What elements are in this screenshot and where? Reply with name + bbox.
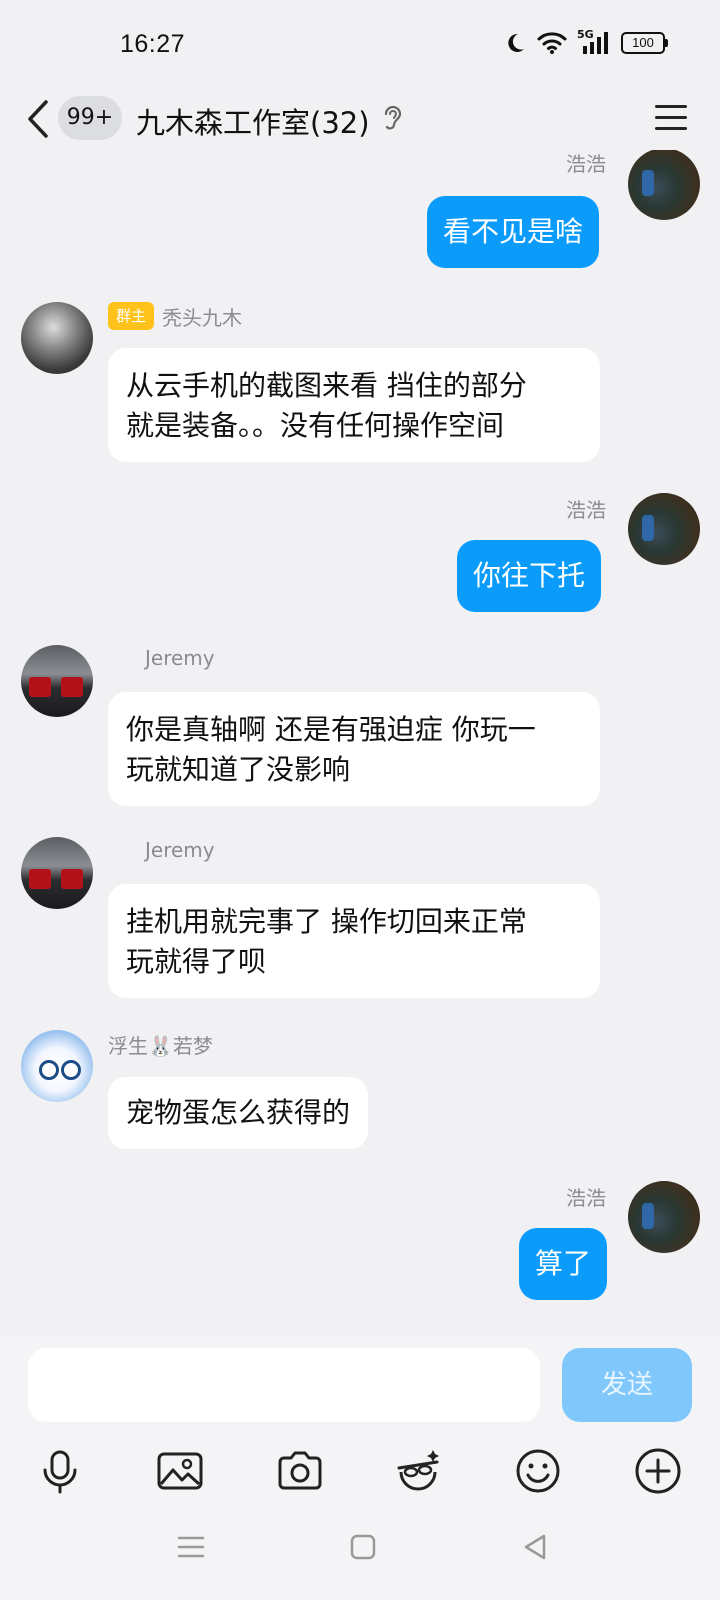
- chat-screen: 16:27 5G 100 99+ 九木森工作室(32) 浩浩 看不见是啥 群主 …: [0, 0, 720, 1600]
- avatar[interactable]: [21, 837, 93, 909]
- avatar[interactable]: [21, 1030, 93, 1102]
- sender-name: 秃头九木: [162, 306, 242, 330]
- message-input[interactable]: [28, 1348, 540, 1422]
- status-bar: 16:27 5G 100: [0, 0, 720, 92]
- sticker-icon[interactable]: [393, 1446, 443, 1496]
- message-bubble[interactable]: 看不见是啥: [427, 196, 600, 268]
- group-owner-badge: 群主: [108, 302, 155, 330]
- microphone-icon[interactable]: [35, 1446, 85, 1496]
- hamburger-icon: [655, 105, 687, 130]
- message-list[interactable]: 浩浩 看不见是啥 群主 秃头九木 从云手机的截图来看 挡住的部分 就是装备。。没…: [0, 150, 720, 1336]
- sender-name: 浩浩: [566, 1186, 606, 1210]
- battery-icon: 100: [621, 32, 668, 54]
- chevron-left-icon: [28, 100, 48, 138]
- battery-level: 100: [621, 32, 665, 54]
- emoji-icon[interactable]: [513, 1446, 563, 1496]
- network-type: 5G: [577, 28, 594, 41]
- sender-name: Jeremy: [145, 838, 215, 862]
- sender-name: 浮生🐰若梦: [108, 1034, 213, 1058]
- group-title[interactable]: 九木森工作室(32): [136, 100, 370, 142]
- avatar[interactable]: [628, 1181, 700, 1253]
- unread-count-badge[interactable]: 99+: [58, 96, 122, 140]
- message-bubble[interactable]: 挂机用就完事了 操作切回来正常 玩就得了呗: [108, 884, 600, 998]
- ear-icon[interactable]: [380, 102, 406, 134]
- sender-name: 浩浩: [566, 152, 606, 176]
- plus-icon[interactable]: [633, 1446, 683, 1496]
- status-icons: 5G 100: [503, 28, 668, 56]
- moon-icon: [503, 31, 527, 55]
- menu-button[interactable]: [654, 100, 688, 134]
- message-bubble[interactable]: 你往下托: [457, 540, 602, 612]
- wifi-icon: [537, 31, 567, 55]
- back-nav-icon[interactable]: [520, 1532, 550, 1562]
- recents-icon[interactable]: [176, 1532, 206, 1562]
- home-icon[interactable]: [348, 1532, 378, 1562]
- message-bubble[interactable]: 你是真轴啊 还是有强迫症 你玩一 玩就知道了没影响: [108, 692, 600, 806]
- back-button[interactable]: [22, 96, 56, 142]
- message-bubble[interactable]: 从云手机的截图来看 挡住的部分 就是装备。。没有任何操作空间: [108, 348, 600, 462]
- image-icon[interactable]: [155, 1446, 205, 1496]
- signal-icon: 5G: [577, 28, 611, 56]
- avatar[interactable]: [21, 645, 93, 717]
- camera-icon[interactable]: [275, 1446, 325, 1496]
- message-bubble[interactable]: 算了: [519, 1228, 608, 1300]
- avatar[interactable]: [628, 493, 700, 565]
- sender-name: Jeremy: [145, 646, 215, 670]
- system-nav-bar: [0, 1492, 720, 1600]
- send-button[interactable]: 发送: [562, 1348, 692, 1422]
- sender-name: 浩浩: [566, 498, 606, 522]
- message-bubble[interactable]: 宠物蛋怎么获得的: [108, 1077, 369, 1149]
- avatar[interactable]: [628, 150, 700, 220]
- avatar[interactable]: [21, 302, 93, 374]
- status-time: 16:27: [120, 30, 186, 58]
